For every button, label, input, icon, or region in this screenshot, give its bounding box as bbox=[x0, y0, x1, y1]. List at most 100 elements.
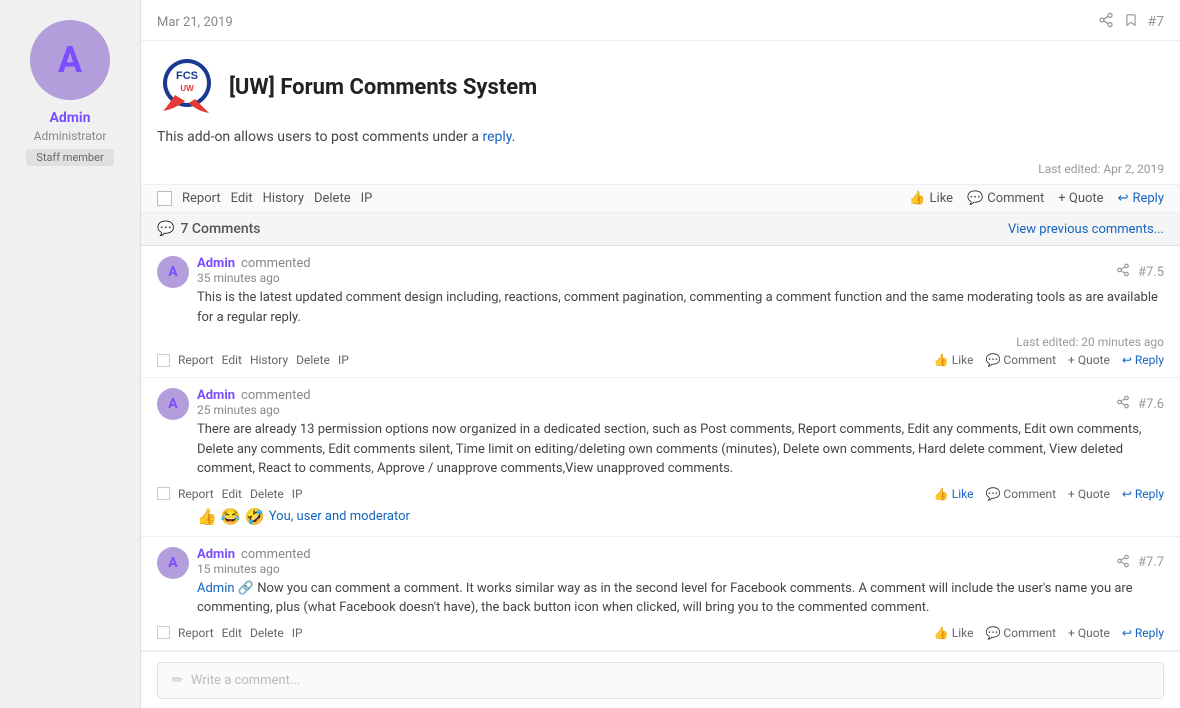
admin-mention-link[interactable]: Admin bbox=[197, 581, 235, 596]
comment-icon: 💬 bbox=[967, 191, 983, 206]
comment-avatar: A bbox=[157, 547, 189, 579]
main-content: Mar 21, 2019 #7 FCS UW [UW] Forum Commen… bbox=[140, 0, 1180, 708]
fcs-logo: FCS UW bbox=[157, 57, 217, 117]
post-date: Mar 21, 2019 bbox=[157, 15, 233, 30]
link-chain-icon: 🔗 bbox=[238, 581, 257, 596]
post-reply-button[interactable]: ↩ Reply bbox=[1118, 191, 1164, 206]
cmt-reply-button[interactable]: ↩ Reply bbox=[1122, 626, 1164, 640]
cmt-reply-button[interactable]: ↩ Reply bbox=[1122, 487, 1164, 501]
comment-time: 35 minutes ago bbox=[197, 271, 311, 285]
cmt-quote-button[interactable]: + Quote bbox=[1068, 353, 1110, 367]
sidebar-role: Administrator bbox=[34, 129, 107, 143]
cmt-ip-link[interactable]: IP bbox=[292, 626, 303, 640]
write-comment-area: ✏ Write a comment... bbox=[141, 651, 1180, 708]
comment-meta-row: A Admin commented 25 minutes ago #7.6 bbox=[157, 388, 1164, 420]
cmt-like-button[interactable]: 👍 Like bbox=[934, 626, 974, 640]
cmt-delete-link[interactable]: Delete bbox=[250, 626, 284, 640]
cmt-like-button[interactable]: 👍 Like bbox=[934, 487, 974, 501]
cmt-reply-icon: ↩ bbox=[1122, 487, 1132, 501]
comment-author[interactable]: Admin bbox=[197, 388, 235, 403]
post-delete-link[interactable]: Delete bbox=[314, 191, 351, 206]
post-like-button[interactable]: 👍 Like bbox=[909, 191, 953, 206]
cmt-comment-button[interactable]: 💬 Comment bbox=[985, 487, 1056, 501]
cmt-comment-button[interactable]: 💬 Comment bbox=[985, 626, 1056, 640]
like-icon: 👍 bbox=[909, 191, 925, 206]
comments-count: 💬 7 Comments bbox=[157, 221, 261, 237]
comment-meta-info: Admin commented 25 minutes ago bbox=[197, 388, 311, 417]
cmt-reply-button[interactable]: ↩ Reply bbox=[1122, 353, 1164, 367]
sidebar-username[interactable]: Admin bbox=[50, 110, 91, 126]
cmt-history-link[interactable]: History bbox=[250, 353, 288, 367]
post-quote-button[interactable]: + Quote bbox=[1058, 191, 1103, 206]
comment-share-icon[interactable] bbox=[1116, 554, 1130, 572]
comment-toolbar: Report Edit History Delete IP 👍 Like 💬 C… bbox=[157, 353, 1164, 367]
cmt-comment-icon: 💬 bbox=[985, 487, 1000, 501]
comments-header: 💬 7 Comments View previous comments... bbox=[141, 213, 1180, 246]
bookmark-icon[interactable] bbox=[1124, 12, 1138, 32]
wow-reaction: 🤣 bbox=[245, 507, 265, 526]
post-edit-link[interactable]: Edit bbox=[231, 191, 253, 206]
post-report-link[interactable]: Report bbox=[182, 191, 221, 206]
comment-text: Admin 🔗 Now you can comment a comment. I… bbox=[197, 579, 1164, 618]
cmt-comment-button[interactable]: 💬 Comment bbox=[985, 353, 1056, 367]
comment-meta-row: A Admin commented 15 minutes ago #7.7 bbox=[157, 547, 1164, 579]
cmt-report-link[interactable]: Report bbox=[178, 626, 214, 640]
comment-avatar: A bbox=[157, 256, 189, 288]
comment-toolbar: Report Edit Delete IP 👍 Like 💬 Comment +… bbox=[157, 487, 1164, 501]
avatar: A bbox=[30, 20, 110, 100]
comment-verb: commented bbox=[241, 547, 311, 562]
post-comment-button[interactable]: 💬 Comment bbox=[967, 191, 1044, 206]
comment-share-icon[interactable] bbox=[1116, 263, 1130, 281]
comment-id: #7.6 bbox=[1138, 397, 1164, 412]
post-last-edited: Last edited: Apr 2, 2019 bbox=[141, 158, 1180, 184]
share-icon[interactable] bbox=[1098, 12, 1114, 32]
comment-verb: commented bbox=[241, 388, 311, 403]
cmt-quote-button[interactable]: + Quote bbox=[1068, 487, 1110, 501]
post-header-actions: #7 bbox=[1098, 12, 1165, 32]
comment-id: #7.7 bbox=[1138, 555, 1164, 570]
comment-avatar: A bbox=[157, 388, 189, 420]
like-reaction: 👍 bbox=[197, 507, 217, 526]
cmt-edit-link[interactable]: Edit bbox=[222, 487, 242, 501]
cmt-quote-button[interactable]: + Quote bbox=[1068, 626, 1110, 640]
comment-share-icon[interactable] bbox=[1116, 395, 1130, 413]
comment-meta-info: Admin commented 35 minutes ago bbox=[197, 256, 311, 285]
post-toolbar-left: Report Edit History Delete IP bbox=[157, 191, 372, 206]
comment-item: A Admin commented 35 minutes ago #7.5 Th… bbox=[141, 246, 1180, 378]
cmt-report-link[interactable]: Report bbox=[178, 487, 214, 501]
cmt-ip-link[interactable]: IP bbox=[292, 487, 303, 501]
comment-toolbar: Report Edit Delete IP 👍 Like 💬 Comment +… bbox=[157, 626, 1164, 640]
cmt-edit-link[interactable]: Edit bbox=[222, 353, 242, 367]
comment-text: There are already 13 permission options … bbox=[197, 420, 1164, 479]
cmt-delete-link[interactable]: Delete bbox=[250, 487, 284, 501]
post-toolbar: Report Edit History Delete IP 👍 Like 💬 C… bbox=[141, 184, 1180, 213]
comment-author[interactable]: Admin bbox=[197, 256, 235, 271]
post-ip-link[interactable]: IP bbox=[361, 191, 373, 206]
comment-time: 25 minutes ago bbox=[197, 403, 311, 417]
cmt-edit-link[interactable]: Edit bbox=[222, 626, 242, 640]
sidebar: A Admin Administrator Staff member bbox=[0, 0, 140, 708]
post-toolbar-right: 👍 Like 💬 Comment + Quote ↩ Reply bbox=[909, 191, 1164, 206]
post-title-row: FCS UW [UW] Forum Comments System bbox=[157, 57, 1164, 117]
view-previous-link[interactable]: View previous comments... bbox=[1008, 222, 1164, 237]
comment-verb: commented bbox=[241, 256, 311, 271]
svg-text:FCS: FCS bbox=[176, 70, 198, 82]
post-checkbox[interactable] bbox=[157, 191, 172, 206]
comment-checkbox[interactable] bbox=[157, 354, 170, 367]
comment-checkbox[interactable] bbox=[157, 487, 170, 500]
post-history-link[interactable]: History bbox=[263, 191, 304, 206]
comment-text: This is the latest updated comment desig… bbox=[197, 288, 1164, 327]
comment-author[interactable]: Admin bbox=[197, 547, 235, 562]
comment-checkbox[interactable] bbox=[157, 626, 170, 639]
cmt-like-button[interactable]: 👍 Like bbox=[934, 353, 974, 367]
cmt-report-link[interactable]: Report bbox=[178, 353, 214, 367]
reply-link[interactable]: reply bbox=[482, 129, 511, 145]
comment-bubble-icon: 💬 bbox=[157, 221, 174, 237]
write-comment-input[interactable]: ✏ Write a comment... bbox=[157, 662, 1164, 699]
reaction-users[interactable]: You, user and moderator bbox=[269, 509, 410, 524]
cmt-ip-link[interactable]: IP bbox=[338, 353, 349, 367]
comment-item: A Admin commented 15 minutes ago #7.7 Ad… bbox=[141, 537, 1180, 651]
cmt-delete-link[interactable]: Delete bbox=[296, 353, 330, 367]
comment-last-edited: Last edited: 20 minutes ago bbox=[157, 335, 1164, 349]
pencil-icon: ✏ bbox=[172, 673, 183, 688]
